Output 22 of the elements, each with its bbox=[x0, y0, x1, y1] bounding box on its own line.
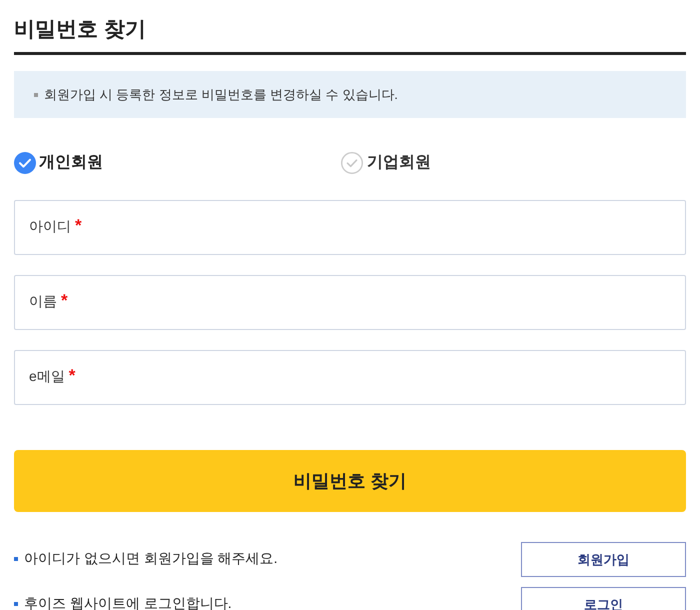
input-field[interactable]: e메일 * bbox=[14, 350, 686, 405]
input-field[interactable]: 이름 * bbox=[14, 275, 686, 330]
unchecked-circle-icon[interactable] bbox=[341, 152, 363, 174]
checked-circle-icon[interactable] bbox=[14, 152, 36, 174]
input-field[interactable]: 아이디 * bbox=[14, 200, 686, 255]
required-asterisk: * bbox=[61, 291, 68, 311]
field-label: 아이디 bbox=[29, 217, 71, 236]
member-type-option[interactable]: 기업회원 bbox=[367, 151, 431, 175]
required-asterisk: * bbox=[68, 366, 76, 386]
bullet-icon bbox=[14, 556, 18, 560]
member-type-option[interactable]: 개인회원 bbox=[39, 151, 103, 175]
bullet-icon bbox=[34, 92, 38, 96]
field-label: e메일 bbox=[29, 367, 65, 386]
find-password-button[interactable]: 비밀번호 찾기 bbox=[14, 450, 686, 512]
help-text: 후이즈 웹사이트에 로그인합니다. bbox=[24, 596, 232, 610]
signup-button[interactable]: 회원가입 bbox=[521, 542, 686, 577]
help-text: 아이디가 없으시면 회원가입을 해주세요. bbox=[24, 551, 278, 566]
field-label: 이름 bbox=[29, 292, 57, 311]
notice-text: 회원가입 시 등록한 정보로 비밀번호를 변경하실 수 있습니다. bbox=[44, 86, 398, 104]
required-asterisk: * bbox=[75, 216, 82, 236]
page-title: 비밀번호 찾기 bbox=[14, 17, 146, 43]
bullet-icon bbox=[14, 602, 18, 606]
